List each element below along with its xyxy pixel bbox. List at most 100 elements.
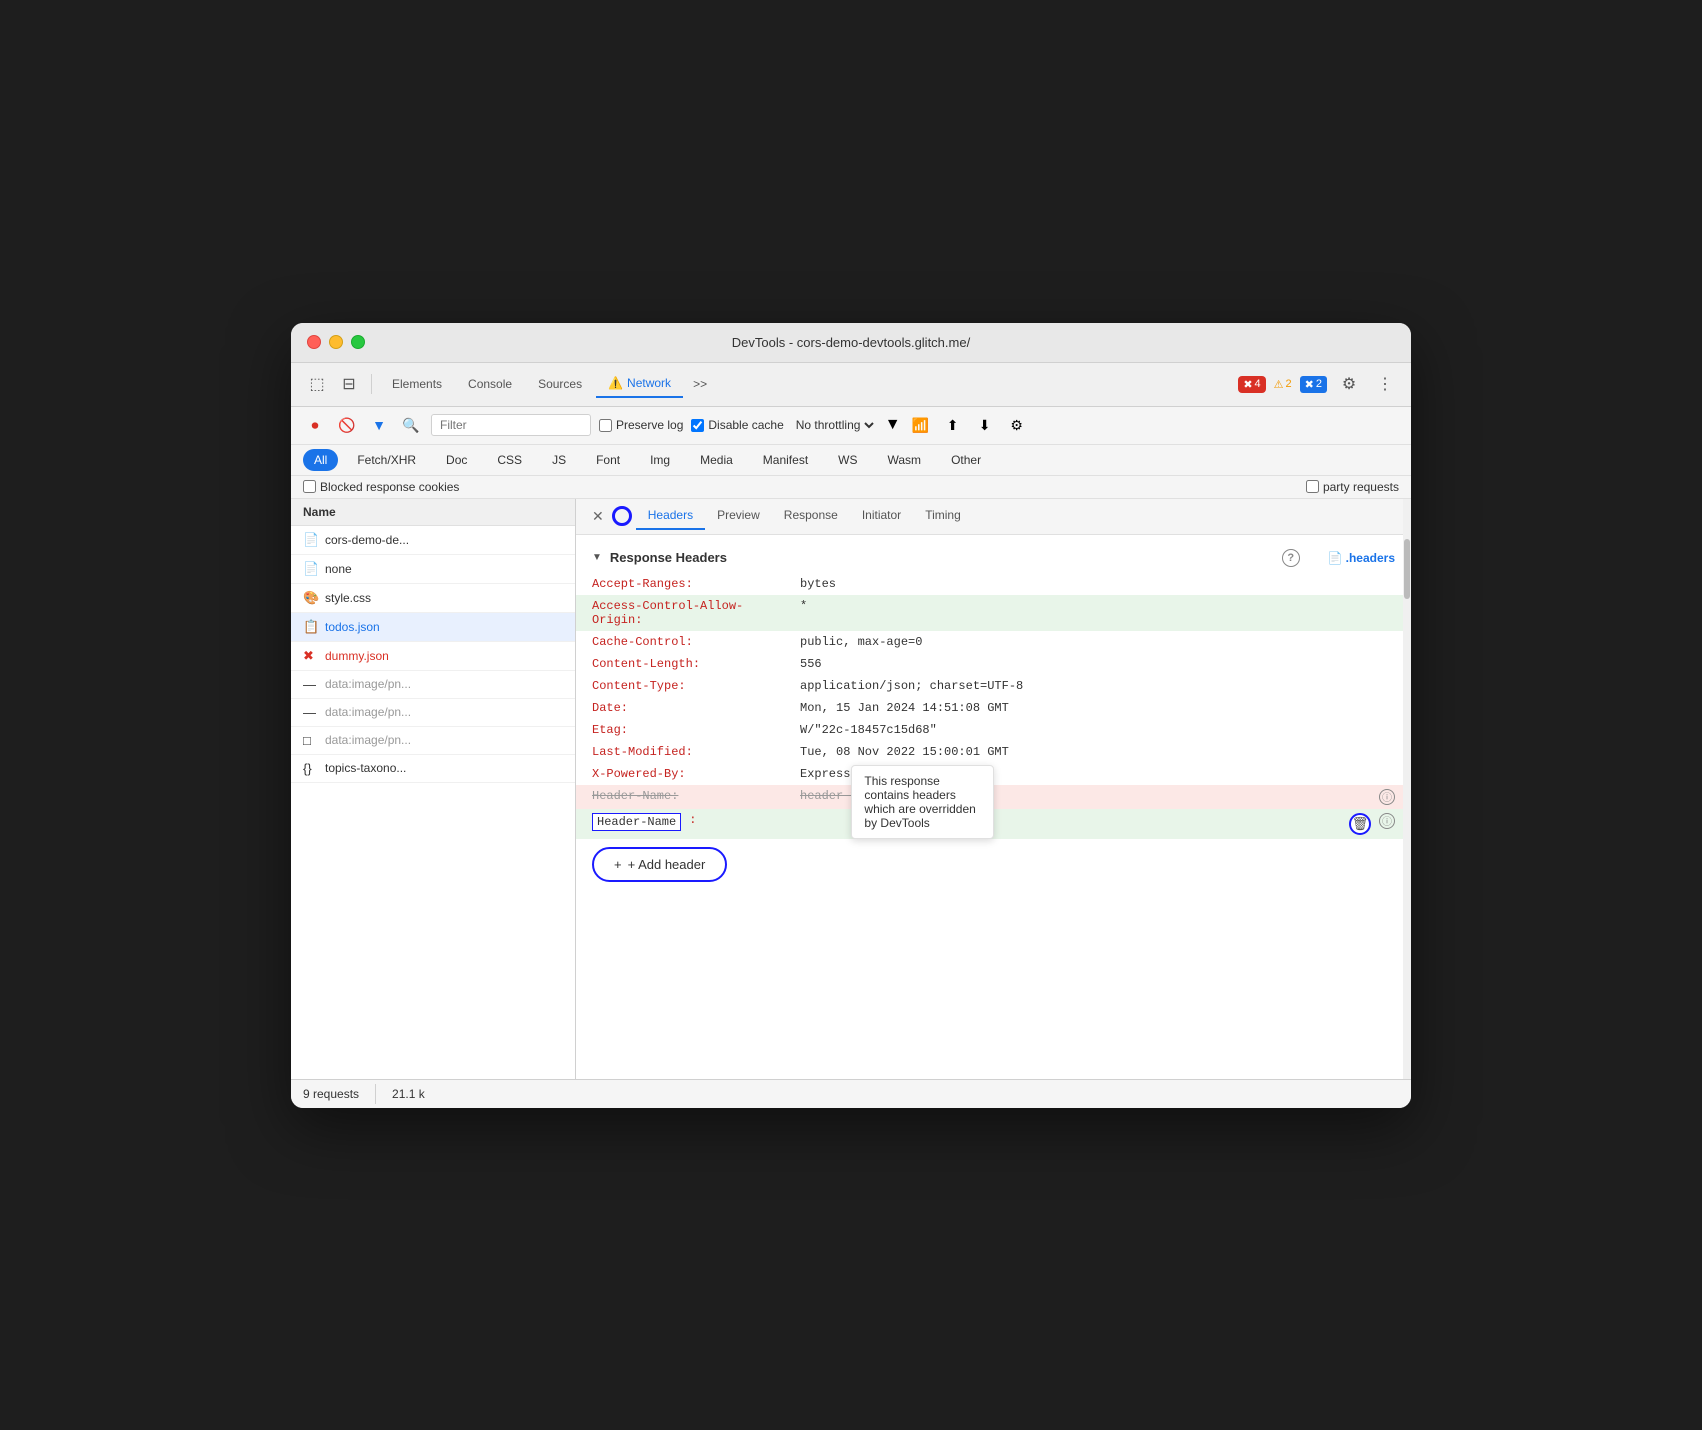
close-button[interactable] <box>307 335 321 349</box>
download-icon[interactable]: ⬇ <box>973 413 997 437</box>
collapse-icon[interactable]: ▼ <box>592 552 602 563</box>
list-item[interactable]: □ data:image/pn... <box>291 727 575 755</box>
more-options-icon[interactable]: ⋮ <box>1371 370 1399 398</box>
header-row-cache-control: Cache-Control: public, max-age=0 <box>576 631 1411 653</box>
tab-response[interactable]: Response <box>772 502 850 530</box>
tab-preview[interactable]: Preview <box>705 502 772 530</box>
title-bar: DevTools - cors-demo-devtools.glitch.me/ <box>291 323 1411 363</box>
record-button[interactable]: ⏺ <box>303 413 327 437</box>
settings-icon[interactable]: ⚙ <box>1335 370 1363 398</box>
network-toolbar: ⏺ 🚫 ▼ 🔍 Preserve log Disable cache No th… <box>291 407 1411 445</box>
filter-js[interactable]: JS <box>541 449 577 471</box>
info-icon[interactable]: ⓘ <box>1379 789 1395 805</box>
filter-ws[interactable]: WS <box>827 449 868 471</box>
preserve-log-checkbox[interactable] <box>599 419 612 432</box>
request-count: 9 requests <box>303 1087 359 1101</box>
filter-media[interactable]: Media <box>689 449 744 471</box>
response-headers-section: ▼ Response Headers ? 📄 .headers <box>576 543 1411 573</box>
selector-icon[interactable]: ⬚ <box>303 370 331 398</box>
separator <box>371 374 372 394</box>
warning-icon: ⚠️ <box>608 376 623 390</box>
status-bar: 9 requests 21.1 k <box>291 1079 1411 1108</box>
device-icon[interactable]: ⊟ <box>335 370 363 398</box>
info-x-icon: ✖ <box>1305 378 1314 391</box>
list-item[interactable]: {} topics-taxono... <box>291 755 575 783</box>
filter-wasm[interactable]: Wasm <box>877 449 933 471</box>
throttle-select[interactable]: No throttling <box>792 417 877 433</box>
transfer-size: 21.1 k <box>392 1087 425 1101</box>
img-icon: □ <box>303 733 319 748</box>
tab-console[interactable]: Console <box>456 371 524 397</box>
doc-icon: 📄 <box>303 532 319 548</box>
filter-input[interactable] <box>431 414 591 436</box>
delete-header-button[interactable]: 🗑 <box>1349 813 1371 835</box>
traffic-lights <box>307 335 365 349</box>
tab-elements[interactable]: Elements <box>380 371 454 397</box>
preserve-log-label[interactable]: Preserve log <box>599 418 683 432</box>
third-party-label[interactable]: party requests <box>1306 480 1399 494</box>
doc-icon: 📄 <box>303 561 319 577</box>
disable-cache-checkbox[interactable] <box>691 419 704 432</box>
search-button[interactable]: 🔍 <box>399 413 423 437</box>
list-item[interactable]: 📄 cors-demo-de... <box>291 526 575 555</box>
list-item[interactable]: — data:image/pn... <box>291 699 575 727</box>
scrollbar[interactable] <box>1403 499 1411 1079</box>
header-name-input[interactable]: Header-Name <box>592 813 681 831</box>
close-panel-button[interactable]: ✕ <box>584 504 612 529</box>
toolbar-right: ✖ 4 ⚠ 2 ✖ 2 ⚙ ⋮ <box>1238 370 1399 398</box>
list-header: Name <box>291 499 575 526</box>
error-icon: ✖ <box>303 648 319 664</box>
network-settings-icon[interactable]: ⚙ <box>1005 413 1029 437</box>
list-item[interactable]: — data:image/pn... <box>291 671 575 699</box>
devtools-window: DevTools - cors-demo-devtools.glitch.me/… <box>291 323 1411 1108</box>
header-row-date: Date: Mon, 15 Jan 2024 14:51:08 GMT <box>576 697 1411 719</box>
wifi-icon[interactable]: 📶 <box>909 413 933 437</box>
filter-font[interactable]: Font <box>585 449 631 471</box>
tooltip-box: This response contains headers which are… <box>851 765 994 839</box>
tab-initiator[interactable]: Initiator <box>850 502 913 530</box>
img-icon: — <box>303 705 319 720</box>
error-badge: ✖ 4 <box>1238 376 1265 393</box>
minimize-button[interactable] <box>329 335 343 349</box>
tab-sources[interactable]: Sources <box>526 371 594 397</box>
throttle-chevron-icon: ▼ <box>885 416 901 434</box>
list-item[interactable]: 📄 none <box>291 555 575 584</box>
json-obj-icon: {} <box>303 761 319 776</box>
request-list-panel: Name 📄 cors-demo-de... 📄 none 🎨 style.cs… <box>291 499 576 1079</box>
filter-css[interactable]: CSS <box>486 449 533 471</box>
info-icon-2[interactable]: ⓘ <box>1379 813 1395 829</box>
blocked-cookies-checkbox[interactable] <box>303 480 316 493</box>
third-party-checkbox[interactable] <box>1306 480 1319 493</box>
tab-network[interactable]: ⚠️ Network <box>596 370 683 398</box>
clear-button[interactable]: 🚫 <box>335 413 359 437</box>
header-row-etag: Etag: W/"22c-18457c15d68" <box>576 719 1411 741</box>
filter-all[interactable]: All <box>303 449 338 471</box>
filter-img[interactable]: Img <box>639 449 681 471</box>
blocked-cookies-label[interactable]: Blocked response cookies <box>303 480 459 494</box>
list-item[interactable]: ✖ dummy.json <box>291 642 575 671</box>
disable-cache-label[interactable]: Disable cache <box>691 418 783 432</box>
json-icon: 📋 <box>303 619 319 635</box>
filter-fetch-xhr[interactable]: Fetch/XHR <box>346 449 427 471</box>
maximize-button[interactable] <box>351 335 365 349</box>
add-header-button[interactable]: + + Add header <box>592 847 727 882</box>
css-icon: 🎨 <box>303 590 319 606</box>
more-tabs-btn[interactable]: >> <box>685 371 715 397</box>
tab-headers[interactable]: Headers <box>636 502 705 530</box>
filter-button[interactable]: ▼ <box>367 413 391 437</box>
filter-other[interactable]: Other <box>940 449 992 471</box>
upload-icon[interactable]: ⬆ <box>941 413 965 437</box>
filter-type-bar: All Fetch/XHR Doc CSS JS Font Img Media … <box>291 445 1411 476</box>
header-row-last-modified: Last-Modified: Tue, 08 Nov 2022 15:00:01… <box>576 741 1411 763</box>
list-item[interactable]: 🎨 style.css <box>291 584 575 613</box>
info-badge: ✖ 2 <box>1300 376 1327 393</box>
list-item-selected[interactable]: 📋 todos.json <box>291 613 575 642</box>
tab-timing[interactable]: Timing <box>913 502 973 530</box>
filter-doc[interactable]: Doc <box>435 449 478 471</box>
header-row-accept-ranges: Accept-Ranges: bytes <box>576 573 1411 595</box>
filter-manifest[interactable]: Manifest <box>752 449 819 471</box>
img-icon: — <box>303 677 319 692</box>
scrollbar-thumb <box>1404 539 1410 599</box>
help-icon[interactable]: ? <box>1282 549 1300 567</box>
headers-file-button[interactable]: 📄 .headers <box>1328 551 1395 565</box>
